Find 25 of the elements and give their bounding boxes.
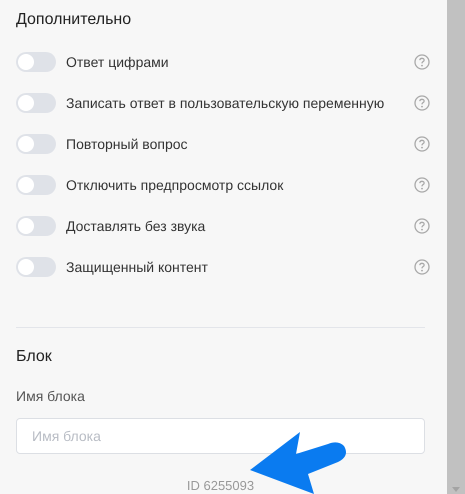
toggle-switch[interactable] xyxy=(16,175,56,195)
option-label: Отключить предпросмотр ссылок xyxy=(66,178,284,192)
toggle-switch[interactable] xyxy=(16,52,56,72)
option-label: Повторный вопрос xyxy=(66,138,189,150)
toggle-switch[interactable] xyxy=(16,93,56,113)
scroll-down-icon[interactable] xyxy=(452,487,460,492)
section-heading: Дополнительно xyxy=(16,10,132,30)
scrollbar[interactable] xyxy=(447,0,465,494)
help-icon[interactable] xyxy=(414,259,430,275)
option-label: Ответ цифрами xyxy=(66,56,170,68)
input-field[interactable]: Имя блока xyxy=(16,418,425,454)
help-icon[interactable] xyxy=(414,136,430,152)
section-heading: Блок xyxy=(16,346,53,367)
option-label: Защищенный контент xyxy=(66,260,209,274)
option-label: Доставлять без звука xyxy=(66,220,206,232)
toggle-switch[interactable] xyxy=(16,134,56,154)
field-label: Имя блока xyxy=(16,386,86,405)
option-label: Записать ответ в пользовательскую переменную xyxy=(66,96,386,110)
help-icon[interactable] xyxy=(414,54,430,70)
help-icon[interactable] xyxy=(414,218,430,234)
help-icon[interactable] xyxy=(414,95,430,111)
toggle-switch[interactable] xyxy=(16,257,56,277)
block-id: ID 6255093 xyxy=(186,478,254,494)
help-icon[interactable] xyxy=(414,177,430,193)
toggle-switch[interactable] xyxy=(16,216,56,236)
